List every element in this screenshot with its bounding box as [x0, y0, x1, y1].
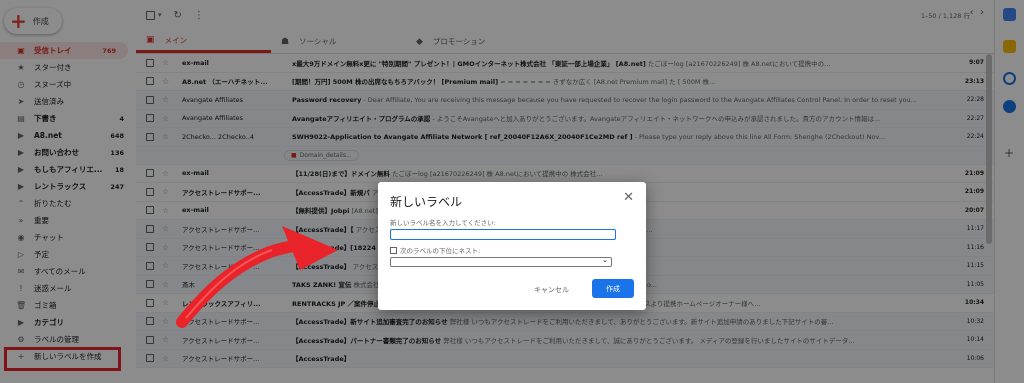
close-icon[interactable]: ✕ — [623, 190, 634, 205]
label-name-prompt: 新しいラベル名を入力してください: — [390, 219, 496, 227]
parent-label-select[interactable]: ⌄ — [390, 256, 612, 267]
cancel-button[interactable]: キャンセル — [534, 285, 569, 295]
nest-checkbox[interactable] — [390, 246, 397, 254]
create-button[interactable]: 作成 — [592, 279, 634, 298]
label-name-input[interactable] — [390, 229, 616, 240]
new-label-dialog: 新しいラベル ✕ 新しいラベル名を入力してください: 次のラベルの下位にネスト:… — [378, 182, 646, 310]
dialog-title: 新しいラベル — [390, 195, 463, 209]
nest-option: 次のラベルの下位にネスト: — [390, 245, 480, 255]
chevron-down-icon: ⌄ — [602, 256, 608, 264]
nest-label: 次のラベルの下位にネスト: — [400, 247, 481, 255]
